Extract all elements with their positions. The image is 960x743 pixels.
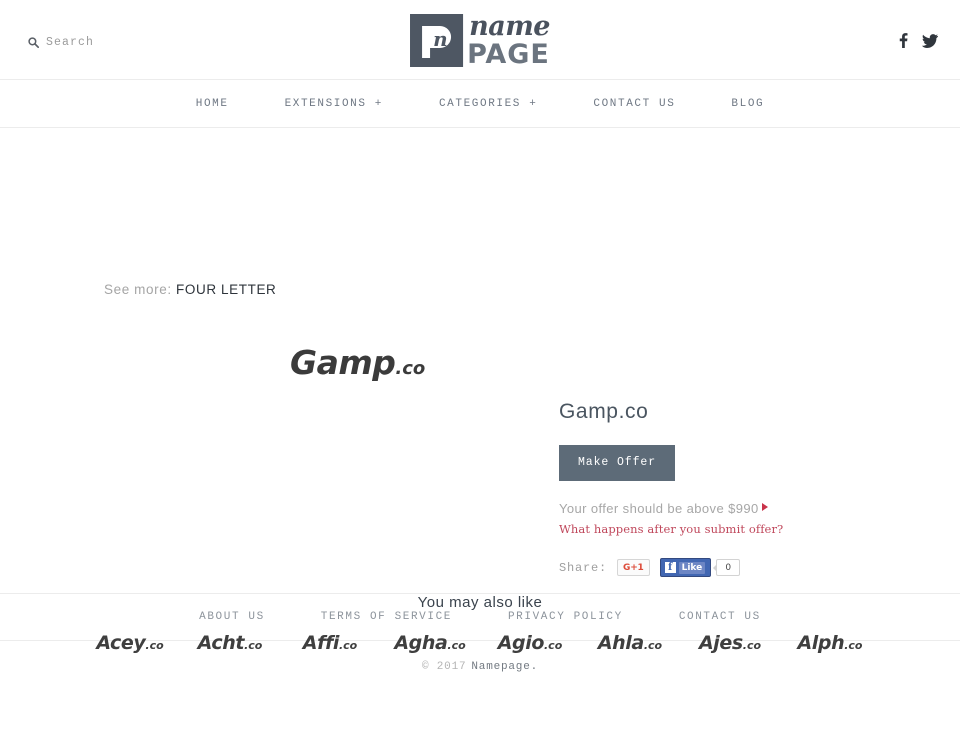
footer-link-about-us[interactable]: ABOUT US: [171, 611, 293, 623]
offer-minimum-note: Your offer should be above $990: [559, 499, 769, 518]
domain-art-tld: .co: [395, 358, 426, 379]
main-content: See more: FOUR LETTER Gamp.co Gamp.co Ma…: [0, 128, 960, 653]
make-offer-button[interactable]: Make Offer: [559, 445, 675, 481]
facebook-icon[interactable]: [899, 33, 908, 48]
facebook-like-label: Like: [678, 561, 706, 574]
also-item-tld: .co: [338, 639, 358, 652]
also-item-name: Affi: [302, 632, 340, 654]
logo-wordmark: name PAGE: [467, 13, 550, 68]
also-like-title: You may also like: [417, 594, 543, 611]
google-plus-one-button[interactable]: G+1: [617, 559, 650, 576]
logo-mark-icon: n: [410, 14, 464, 67]
logo-script-text: name: [469, 11, 550, 42]
also-item-name: Agha: [394, 632, 448, 654]
search-placeholder: Search: [46, 36, 95, 49]
breadcrumb-prefix: See more:: [104, 282, 172, 297]
copyright-site-name: Namepage.: [471, 661, 539, 673]
also-like-item-ahla[interactable]: Ahla.co: [580, 634, 680, 653]
also-item-tld: .co: [447, 639, 466, 652]
also-item-tld: .co: [244, 639, 263, 652]
nav-item-categories[interactable]: CATEGORIES +: [411, 92, 565, 116]
also-item-name: Ahla: [597, 632, 644, 654]
footer-link-terms-of-service[interactable]: TERMS OF SERVICE: [293, 611, 480, 623]
also-like-item-acey[interactable]: Acey.co: [80, 634, 180, 653]
also-item-name: Ajes: [698, 632, 743, 654]
page-title: Gamp.co: [559, 400, 649, 423]
share-label: Share:: [559, 560, 608, 575]
twitter-icon[interactable]: [922, 33, 938, 48]
nav-item-extensions[interactable]: EXTENSIONS +: [257, 92, 411, 116]
also-item-name: Acey: [96, 632, 146, 654]
also-item-tld: .co: [844, 639, 863, 652]
also-item-tld: .co: [544, 639, 563, 652]
facebook-f-icon: f: [664, 562, 676, 573]
facebook-like-group: f Like 0: [659, 558, 741, 577]
also-like-item-alph[interactable]: Alph.co: [780, 634, 880, 653]
copyright-year: © 2017: [421, 661, 467, 673]
also-item-name: Acht: [197, 632, 245, 654]
svg-text:n: n: [433, 27, 448, 51]
top-header-bar: Search n name PAGE: [0, 0, 960, 80]
main-navigation: HOME EXTENSIONS + CATEGORIES + CONTACT U…: [0, 80, 960, 128]
also-item-tld: .co: [145, 639, 164, 652]
offer-faq-link[interactable]: What happens after you submit offer?: [559, 522, 889, 536]
nav-item-contact-us[interactable]: CONTACT US: [565, 92, 703, 116]
offer-minimum-text: Your offer should be above $990: [559, 501, 759, 516]
search-icon: [28, 37, 39, 48]
also-like-item-ajes[interactable]: Ajes.co: [680, 634, 780, 653]
facebook-like-button[interactable]: f Like: [659, 558, 712, 577]
footer-link-privacy-policy[interactable]: PRIVACY POLICY: [480, 611, 651, 623]
breadcrumb-category-link[interactable]: FOUR LETTER: [176, 282, 276, 297]
also-item-tld: .co: [643, 639, 663, 652]
also-like-item-agio[interactable]: Agio.co: [480, 634, 580, 653]
offer-marker-icon: [762, 503, 768, 511]
also-like-item-agha[interactable]: Agha.co: [380, 634, 480, 653]
domain-art-name: Gamp: [290, 343, 396, 382]
also-like-list: Acey.co Acht.co Affi.co Agha.co Agio.co …: [0, 634, 960, 653]
search-input[interactable]: Search: [28, 36, 94, 49]
facebook-like-count: 0: [716, 559, 741, 576]
social-links: [899, 33, 938, 48]
page-root: Search n name PAGE HOME EXTENSIONS + CAT…: [0, 0, 960, 693]
site-logo[interactable]: n name PAGE: [410, 13, 550, 68]
footer-link-contact-us[interactable]: CONTACT US: [651, 611, 789, 623]
also-item-name: Agio: [497, 632, 545, 654]
breadcrumb: See more: FOUR LETTER: [104, 280, 284, 300]
domain-logo-art: Gamp.co: [290, 346, 425, 379]
also-item-tld: .co: [742, 639, 762, 652]
also-like-item-acht[interactable]: Acht.co: [180, 634, 280, 653]
also-item-name: Alph: [797, 632, 845, 654]
nav-item-home[interactable]: HOME: [168, 92, 257, 116]
also-like-item-affi[interactable]: Affi.co: [280, 634, 380, 653]
logo-bold-text: PAGE: [467, 39, 550, 70]
share-row: Share: G+1 f Like 0: [559, 558, 889, 577]
domain-detail-panel: Gamp.co Make Offer Your offer should be …: [559, 400, 889, 577]
nav-item-blog[interactable]: BLOG: [703, 92, 792, 116]
